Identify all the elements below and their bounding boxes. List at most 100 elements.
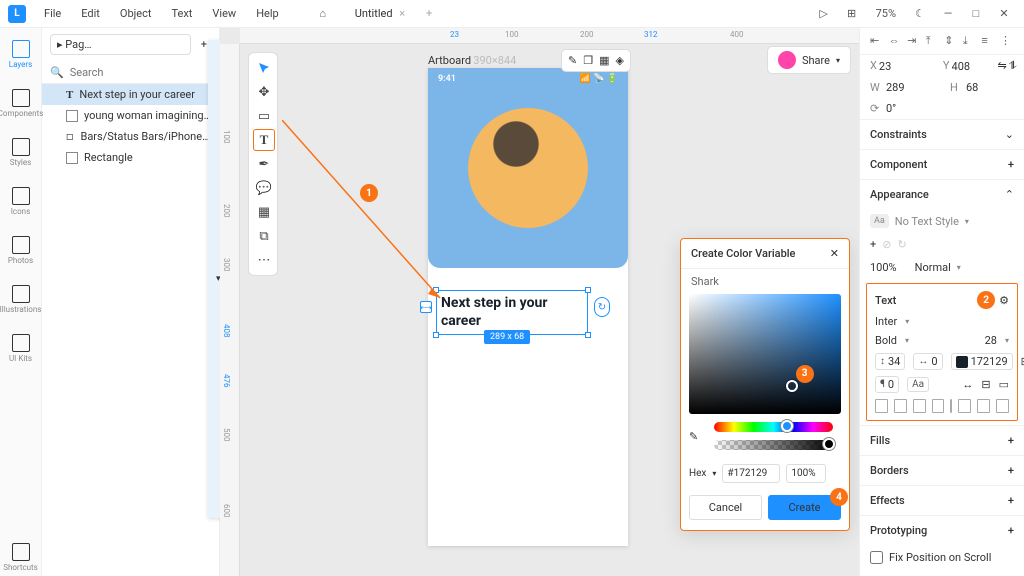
plus-icon[interactable]: + — [1008, 434, 1014, 447]
fixed-icon[interactable]: ▭ — [999, 378, 1009, 391]
theme-moon-icon[interactable]: ☾ — [908, 2, 932, 26]
prop-y[interactable] — [952, 59, 996, 73]
window-max-icon[interactable]: □ — [964, 2, 988, 26]
ta-right-icon[interactable] — [913, 399, 926, 413]
create-button[interactable]: Create 4 — [768, 495, 841, 520]
text-settings-icon[interactable]: ⚙ — [999, 294, 1009, 307]
paragraph-prop[interactable]: ¶ 0 — [875, 376, 899, 393]
nav-photos[interactable]: Photos — [0, 232, 41, 269]
menu-file[interactable]: File — [36, 3, 69, 24]
plus-icon[interactable]: + — [1008, 494, 1014, 507]
text-color[interactable]: 172129 — [951, 353, 1013, 370]
line-height[interactable]: ↕ 34 — [875, 353, 905, 370]
tool-image[interactable]: ▦ — [253, 201, 275, 223]
edit-pencil-icon[interactable]: ✎ — [568, 54, 577, 67]
layer-text-headline[interactable]: TNext step in your career — [42, 84, 219, 105]
close-icon[interactable]: ✕ — [830, 247, 839, 260]
layer-statusbar-component[interactable]: ◇Bars/Status Bars/iPhone/Light — [42, 126, 219, 147]
align-bottom-icon[interactable]: ⤓ — [963, 34, 977, 48]
home-icon[interactable]: ⌂ — [311, 2, 335, 26]
hue-slider[interactable] — [714, 422, 833, 432]
nav-components[interactable]: Components — [0, 85, 41, 122]
menu-view[interactable]: View — [204, 3, 244, 24]
font-family[interactable]: Inter — [875, 315, 897, 328]
cancel-button[interactable]: Cancel — [689, 495, 762, 520]
nav-shortcuts[interactable]: Shortcuts — [0, 539, 41, 576]
layer-opacity[interactable]: 100% — [870, 261, 897, 274]
tool-comment[interactable]: 💬 — [253, 177, 275, 199]
headline-text[interactable]: Next step in your career — [441, 295, 583, 330]
new-tab-icon[interactable]: + — [417, 2, 441, 26]
plus-icon[interactable]: + — [1008, 158, 1014, 171]
tool-text[interactable]: T — [253, 129, 275, 151]
color-cursor[interactable] — [786, 380, 798, 392]
fix-position-checkbox[interactable] — [870, 551, 883, 564]
tool-move[interactable] — [253, 57, 275, 79]
canvas[interactable]: 23 100 200 312 400 100 200 300 408 476 5… — [220, 28, 859, 576]
align-top-icon[interactable]: ⤒ — [926, 34, 940, 48]
va-mid-icon[interactable] — [977, 399, 990, 413]
blend-mode[interactable]: Normal — [915, 261, 951, 274]
doc-tab[interactable]: Untitled × — [347, 3, 413, 24]
va-bot-icon[interactable] — [996, 399, 1009, 413]
section-prototyping[interactable]: Prototyping+ — [860, 515, 1024, 545]
auto-width-handle[interactable]: ⟷ — [420, 301, 432, 313]
section-constraints[interactable]: Constraints⌄ — [860, 119, 1024, 149]
nav-uikits[interactable]: UI Kits — [0, 330, 41, 367]
nav-icons[interactable]: Icons — [0, 183, 41, 220]
case-prop[interactable]: Aa — [907, 377, 929, 392]
font-size[interactable]: 28 — [985, 334, 997, 347]
alpha-slider[interactable] — [714, 440, 833, 450]
prop-w[interactable] — [886, 81, 930, 94]
color-name-input[interactable]: Shark — [681, 269, 849, 294]
letter-spacing[interactable]: ↔ 0 — [913, 353, 942, 370]
ta-left-icon[interactable] — [875, 399, 888, 413]
font-weight[interactable]: Bold — [875, 334, 897, 347]
prop-rotation[interactable] — [886, 102, 930, 115]
eyedropper-icon[interactable]: ✎ — [689, 430, 698, 443]
align-vcenter-icon[interactable]: ⇕ — [944, 34, 958, 48]
layer-rectangle[interactable]: Rectangle — [42, 147, 219, 168]
hex-input[interactable] — [722, 464, 780, 483]
nav-styles[interactable]: Styles — [0, 134, 41, 171]
text-selection-frame[interactable]: Next step in your career — [436, 290, 588, 335]
menu-text[interactable]: Text — [163, 3, 200, 24]
plus-icon[interactable]: + — [1008, 524, 1014, 537]
plus-icon[interactable]: + — [1008, 464, 1014, 477]
section-borders[interactable]: Borders+ — [860, 455, 1024, 485]
hex-mode[interactable]: Hex — [689, 468, 706, 479]
auto-width-icon[interactable]: ↔ — [962, 378, 973, 391]
tool-pen[interactable]: ✒ — [253, 153, 275, 175]
va-top-icon[interactable] — [958, 399, 971, 413]
menu-edit[interactable]: Edit — [73, 3, 108, 24]
prop-h[interactable] — [966, 81, 1010, 94]
section-effects[interactable]: Effects+ — [860, 485, 1024, 515]
menu-object[interactable]: Object — [112, 3, 160, 24]
app-logo[interactable]: L — [8, 5, 26, 23]
prop-x[interactable] — [879, 59, 923, 73]
search-input[interactable] — [70, 66, 210, 79]
window-min-icon[interactable]: — — [936, 2, 960, 26]
align-left-icon[interactable]: ⇤ — [870, 34, 884, 48]
share-button[interactable]: Share▾ — [767, 46, 851, 74]
align-right-icon[interactable]: ⇥ — [907, 34, 921, 48]
edit-layers-icon[interactable]: ❐ — [583, 54, 593, 67]
tool-component[interactable]: ⧉ — [253, 225, 275, 247]
flip-v-icon[interactable]: ⥮ — [1009, 59, 1017, 73]
nav-layers[interactable]: Layers — [0, 36, 41, 73]
ta-center-icon[interactable] — [894, 399, 907, 413]
auto-height-icon[interactable]: ⊟ — [981, 378, 990, 391]
tool-frame[interactable]: ✥ — [253, 81, 275, 103]
ta-justify-icon[interactable] — [932, 399, 945, 413]
page-selector[interactable]: ▸ Pag… — [50, 34, 191, 55]
play-icon[interactable]: ▷ — [812, 2, 836, 26]
unlink-icon[interactable]: ⊘ — [882, 238, 891, 251]
zoom-level[interactable]: 75% — [868, 7, 904, 20]
distribute-h-icon[interactable]: ≡ — [981, 34, 995, 48]
section-component[interactable]: Component+ — [860, 149, 1024, 179]
section-appearance[interactable]: Appearance⌃ — [860, 179, 1024, 209]
color-grid-icon[interactable]: ⊞ — [1021, 355, 1024, 368]
opacity-input[interactable] — [786, 464, 826, 483]
text-style-none[interactable]: Aa — [870, 214, 889, 228]
tool-more[interactable]: ⋯ — [253, 249, 275, 271]
